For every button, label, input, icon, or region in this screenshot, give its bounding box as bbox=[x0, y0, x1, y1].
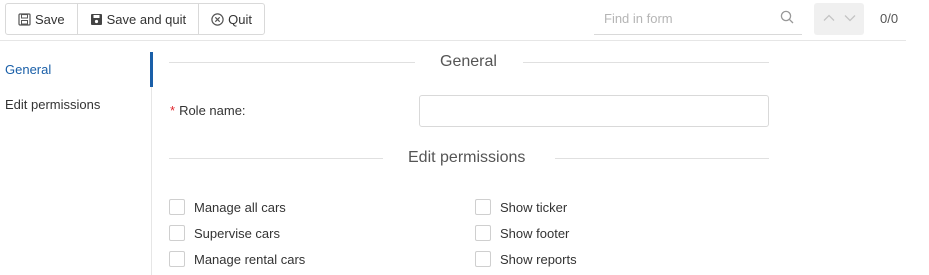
find-in-form-input[interactable] bbox=[604, 11, 780, 26]
checkbox-label: Show footer bbox=[500, 225, 570, 241]
role-name-label: * Role name: bbox=[170, 103, 246, 118]
find-result-counter: 0/0 bbox=[880, 11, 899, 26]
form-sections-nav: General Edit permissions bbox=[0, 52, 153, 275]
checkbox-label: Manage rental cars bbox=[194, 251, 306, 267]
quit-button[interactable]: Quit bbox=[199, 4, 264, 34]
permissions-title-line-right bbox=[555, 158, 769, 159]
save-button-label: Save bbox=[35, 11, 65, 27]
show-reports-checkbox[interactable]: Show reports bbox=[475, 251, 577, 267]
required-marker: * bbox=[170, 103, 176, 118]
role-name-label-text: Role name: bbox=[179, 103, 246, 118]
permissions-title-line-left bbox=[169, 158, 383, 159]
sidebar-item-general[interactable]: General bbox=[0, 52, 153, 87]
close-circle-icon bbox=[211, 12, 224, 26]
checkbox-box[interactable] bbox=[475, 199, 491, 215]
checkbox-box[interactable] bbox=[475, 225, 491, 241]
checkbox-box[interactable] bbox=[475, 251, 491, 267]
show-footer-checkbox[interactable]: Show footer bbox=[475, 225, 569, 241]
floppy-disk-filled-icon bbox=[90, 13, 103, 26]
show-ticker-checkbox[interactable]: Show ticker bbox=[475, 199, 567, 215]
supervise-cars-checkbox[interactable]: Supervise cars bbox=[169, 225, 280, 241]
manage-all-cars-checkbox[interactable]: Manage all cars bbox=[169, 199, 286, 215]
find-in-form bbox=[594, 3, 802, 35]
save-and-quit-button[interactable]: Save and quit bbox=[78, 4, 200, 34]
general-title-line-left bbox=[169, 62, 415, 63]
chevron-down-icon[interactable] bbox=[843, 11, 857, 28]
checkbox-box[interactable] bbox=[169, 225, 185, 241]
quit-button-label: Quit bbox=[228, 11, 252, 27]
save-button[interactable]: Save bbox=[6, 4, 78, 34]
checkbox-box[interactable] bbox=[169, 251, 185, 267]
form-toolbar: Save Save and quit Quit bbox=[5, 3, 265, 35]
toolbar-divider bbox=[0, 40, 906, 41]
sidebar-item-edit-permissions[interactable]: Edit permissions bbox=[0, 87, 151, 122]
chevron-up-icon[interactable] bbox=[822, 11, 836, 28]
permissions-section-title: Edit permissions bbox=[408, 149, 526, 166]
manage-rental-cars-checkbox[interactable]: Manage rental cars bbox=[169, 251, 305, 267]
general-section-title: General bbox=[440, 53, 497, 70]
checkbox-label: Show reports bbox=[500, 251, 577, 267]
save-and-quit-button-label: Save and quit bbox=[106, 11, 187, 27]
checkbox-box[interactable] bbox=[169, 199, 185, 215]
checkbox-label: Manage all cars bbox=[194, 199, 286, 215]
role-name-input[interactable] bbox=[419, 95, 769, 127]
find-navigation bbox=[814, 3, 864, 35]
general-title-line-right bbox=[523, 62, 769, 63]
checkbox-label: Supervise cars bbox=[194, 225, 280, 241]
checkbox-label: Show ticker bbox=[500, 199, 568, 215]
search-icon[interactable] bbox=[780, 10, 794, 27]
floppy-disk-icon bbox=[18, 12, 31, 26]
